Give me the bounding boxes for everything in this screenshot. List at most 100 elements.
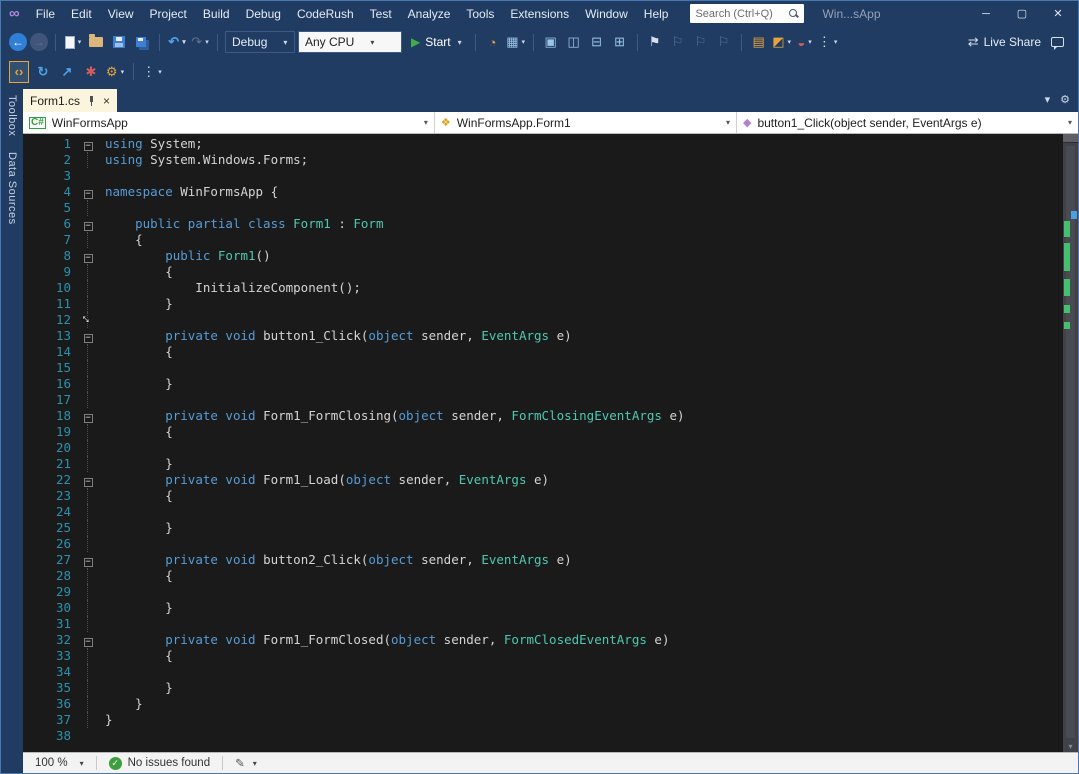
coderush-visualize-icon[interactable]: ◒▾ [795, 31, 815, 53]
menu-window[interactable]: Window [577, 3, 636, 25]
code-line-20[interactable]: 20 [29, 440, 1063, 456]
menu-coderush[interactable]: CodeRush [289, 3, 362, 25]
code-line-12[interactable]: 12 [29, 312, 1063, 328]
gear-icon[interactable]: ⚙ [1060, 93, 1070, 106]
tab-form1cs[interactable]: Form1.cs × [23, 89, 117, 112]
code-view-icon[interactable]: ‹› [9, 61, 29, 83]
menu-edit[interactable]: Edit [63, 3, 100, 25]
refresh-icon[interactable]: ↻ [33, 61, 53, 83]
menu-extensions[interactable]: Extensions [502, 3, 577, 25]
code-line-1[interactable]: 1−using System; [29, 136, 1063, 152]
fold-collapse-control[interactable]: − [79, 248, 97, 264]
code-area[interactable]: 1−using System;2using System.Windows.For… [23, 134, 1063, 752]
profiler-icon[interactable]: ◔ [483, 31, 503, 53]
code-editor[interactable]: 1−using System;2using System.Windows.For… [23, 134, 1078, 752]
code-line-6[interactable]: 6− public partial class Form1 : Form [29, 216, 1063, 232]
next-bookmark-icon[interactable]: ⚐ [691, 31, 711, 53]
code-line-3[interactable]: 3 [29, 168, 1063, 184]
coderush-debug-icon[interactable]: ◩▾ [772, 31, 792, 53]
open-file-icon[interactable] [86, 31, 106, 53]
sidebar-tab-toolbox[interactable]: Toolbox [6, 95, 18, 136]
code-line-31[interactable]: 31 [29, 616, 1063, 632]
type-dropdown[interactable]: ❖ WinFormsApp.Form1 ▾ [435, 112, 737, 133]
code-line-29[interactable]: 29 [29, 584, 1063, 600]
pin-icon[interactable] [87, 96, 96, 106]
navigate-menu-icon[interactable]: ↗ [57, 61, 77, 83]
menu-tools[interactable]: Tools [458, 3, 502, 25]
code-line-26[interactable]: 26 [29, 536, 1063, 552]
code-line-14[interactable]: 14 { [29, 344, 1063, 360]
menu-project[interactable]: Project [142, 3, 195, 25]
code-line-22[interactable]: 22− private void Form1_Load(object sende… [29, 472, 1063, 488]
sidebar-tab-data-sources[interactable]: Data Sources [6, 152, 18, 225]
code-line-9[interactable]: 9 { [29, 264, 1063, 280]
code-line-38[interactable]: 38 [29, 728, 1063, 744]
code-line-21[interactable]: 21 } [29, 456, 1063, 472]
fold-collapse-control[interactable]: − [79, 136, 97, 152]
code-line-15[interactable]: 15 [29, 360, 1063, 376]
zoom-control[interactable]: 100 % ▾ [27, 757, 92, 769]
member-dropdown[interactable]: ◆ button1_Click(object sender, EventArgs… [737, 112, 1078, 133]
live-share-button[interactable]: ⇄ Live Share [968, 34, 1041, 50]
bookmark-icon[interactable]: ⚑ [645, 31, 665, 53]
object-browser-icon[interactable]: ◫ [564, 31, 584, 53]
save-icon[interactable] [109, 31, 129, 53]
save-all-icon[interactable] [132, 31, 152, 53]
previous-bookmark-icon[interactable]: ⚐ [668, 31, 688, 53]
code-line-24[interactable]: 24 [29, 504, 1063, 520]
solution-configurations-combo[interactable]: Debug▾ [225, 31, 295, 53]
code-line-27[interactable]: 27− private void button2_Click(object se… [29, 552, 1063, 568]
menu-test[interactable]: Test [362, 3, 400, 25]
minimize-button[interactable]: ─ [968, 1, 1004, 26]
clear-bookmarks-icon[interactable]: ⚐ [714, 31, 734, 53]
coderush-settings-icon[interactable]: ⚙▾ [105, 61, 125, 83]
coderush-organizer-icon[interactable]: ▤ [749, 31, 769, 53]
class-view-icon[interactable]: ▣ [541, 31, 561, 53]
code-line-25[interactable]: 25 } [29, 520, 1063, 536]
test-runner-icon[interactable]: ✱ [81, 61, 101, 83]
scrollbar-down-arrow[interactable]: ▾ [1063, 742, 1078, 751]
preview-icon[interactable]: ▦▾ [506, 31, 526, 53]
code-line-34[interactable]: 34 [29, 664, 1063, 680]
fold-collapse-control[interactable]: − [79, 328, 97, 344]
code-line-11[interactable]: 11 } [29, 296, 1063, 312]
scrollbar-splitter-handle[interactable] [1063, 134, 1078, 143]
code-line-18[interactable]: 18− private void Form1_FormClosing(objec… [29, 408, 1063, 424]
menu-file[interactable]: File [28, 3, 63, 25]
project-dropdown[interactable]: C# WinFormsApp ▾ [23, 112, 435, 133]
toolbar-overflow-icon[interactable]: ⋮▾ [818, 31, 838, 53]
code-line-28[interactable]: 28 { [29, 568, 1063, 584]
close-button[interactable]: ✕ [1040, 1, 1076, 26]
code-line-16[interactable]: 16 } [29, 376, 1063, 392]
menu-analyze[interactable]: Analyze [400, 3, 459, 25]
code-line-8[interactable]: 8− public Form1() [29, 248, 1063, 264]
code-line-37[interactable]: 37} [29, 712, 1063, 728]
code-line-32[interactable]: 32− private void Form1_FormClosed(object… [29, 632, 1063, 648]
code-line-36[interactable]: 36 } [29, 696, 1063, 712]
navigate-forward-icon[interactable]: → [30, 33, 48, 51]
code-line-33[interactable]: 33 { [29, 648, 1063, 664]
code-line-5[interactable]: 5 [29, 200, 1063, 216]
menu-build[interactable]: Build [195, 3, 238, 25]
code-line-17[interactable]: 17 [29, 392, 1063, 408]
close-icon[interactable]: × [103, 94, 110, 108]
code-line-2[interactable]: 2using System.Windows.Forms; [29, 152, 1063, 168]
code-line-7[interactable]: 7 { [29, 232, 1063, 248]
fold-collapse-control[interactable]: − [79, 216, 97, 232]
code-line-4[interactable]: 4−namespace WinFormsApp { [29, 184, 1063, 200]
menu-debug[interactable]: Debug [238, 3, 289, 25]
chevron-down-icon[interactable]: ▾ [1045, 93, 1051, 106]
fold-collapse-control[interactable]: − [79, 632, 97, 648]
new-file-icon[interactable]: ▾ [63, 31, 83, 53]
vertical-scrollbar[interactable]: ▾ [1063, 134, 1078, 752]
start-debugging-button[interactable]: ▶Start▾ [405, 31, 468, 53]
code-line-35[interactable]: 35 } [29, 680, 1063, 696]
undo-icon[interactable]: ↶▾ [167, 31, 187, 53]
quick-launch-search[interactable]: Search (Ctrl+Q) [690, 4, 804, 23]
code-line-19[interactable]: 19 { [29, 424, 1063, 440]
fold-collapse-control[interactable]: − [79, 472, 97, 488]
code-cleanup-button[interactable]: ✎ ▾ [227, 756, 265, 770]
redo-icon[interactable]: ↷▾ [190, 31, 210, 53]
maximize-button[interactable]: ▢ [1004, 1, 1040, 26]
solution-platforms-combo[interactable]: Any CPU▾ [298, 31, 402, 53]
